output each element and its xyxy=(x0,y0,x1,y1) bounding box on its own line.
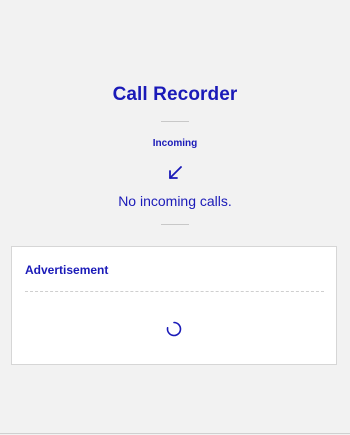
title-divider xyxy=(161,121,189,122)
call-recorder-screen: Call Recorder Incoming No incoming calls… xyxy=(0,0,350,435)
advertisement-dashed-divider xyxy=(25,291,324,292)
empty-state-message: No incoming calls. xyxy=(118,193,232,209)
loading-spinner-icon xyxy=(166,321,182,337)
bottom-divider xyxy=(0,433,350,434)
advertisement-card[interactable]: Advertisement xyxy=(11,246,337,365)
incoming-section-label: Incoming xyxy=(152,138,198,149)
advertisement-title: Advertisement xyxy=(25,263,109,277)
section-divider xyxy=(161,224,189,225)
page-title: Call Recorder xyxy=(112,84,238,105)
arrow-down-left-icon xyxy=(169,166,182,179)
